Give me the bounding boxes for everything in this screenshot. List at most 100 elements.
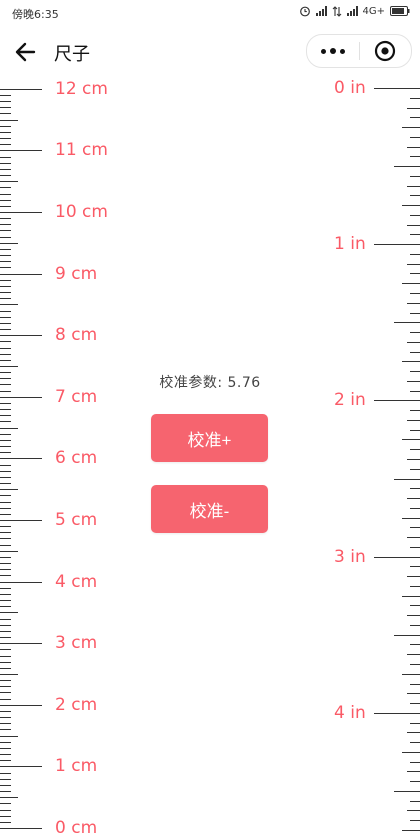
inch-tick [374, 712, 420, 714]
inch-tick [402, 829, 420, 831]
cm-tick [0, 803, 11, 805]
cm-tick [0, 310, 11, 312]
cm-tick [0, 292, 11, 294]
cm-tick [0, 747, 11, 749]
inch-tick [410, 214, 420, 216]
cm-tick [0, 606, 11, 608]
cm-tick [0, 433, 11, 435]
inch-tick [407, 498, 420, 500]
cm-tick [0, 532, 11, 534]
cm-tick [0, 402, 11, 404]
cm-tick [0, 649, 11, 651]
cm-label: 9 cm [55, 263, 98, 284]
inch-tick [407, 302, 420, 304]
cm-tick [0, 138, 11, 140]
inch-tick [410, 175, 420, 177]
cm-tick [0, 446, 11, 448]
cm-tick [0, 378, 11, 380]
inch-tick [402, 673, 420, 675]
cm-tick [0, 593, 11, 595]
cm-label: 12 cm [55, 78, 108, 99]
cm-label: 2 cm [55, 694, 98, 715]
inch-tick [410, 761, 420, 763]
cm-tick [0, 655, 11, 657]
inch-label: 2 in [334, 390, 366, 411]
cm-tick [0, 550, 18, 552]
cm-tick [0, 329, 11, 331]
inch-tick [410, 800, 420, 802]
cm-tick [0, 717, 11, 719]
cm-tick [0, 618, 11, 620]
inch-tick [410, 293, 420, 294]
cm-tick [0, 156, 11, 158]
inch-tick [402, 127, 420, 129]
inch-tick [407, 458, 420, 460]
inch-tick [374, 88, 420, 89]
cm-tick [0, 760, 11, 762]
inch-tick [394, 322, 420, 324]
cm-tick [0, 359, 11, 361]
cm-tick [0, 316, 11, 318]
cm-tick [0, 199, 11, 201]
cm-tick [0, 483, 11, 485]
cm-tick [0, 458, 42, 460]
cm-tick [0, 630, 11, 632]
cm-tick [0, 538, 11, 540]
cm-tick [0, 384, 11, 386]
cm-tick [0, 495, 11, 497]
cm-label: 3 cm [55, 633, 98, 654]
inch-tick [410, 253, 420, 255]
inch-tick [402, 439, 420, 441]
calibrate-plus-button[interactable]: 校准+ [151, 414, 268, 462]
cm-tick [0, 476, 11, 478]
inch-tick [394, 166, 420, 168]
inch-tick [410, 234, 420, 236]
inch-tick [410, 312, 420, 314]
calibrate-minus-button[interactable]: 校准- [151, 485, 268, 533]
cm-tick [0, 212, 42, 213]
inch-tick [410, 585, 420, 587]
cm-tick [0, 828, 42, 829]
cm-tick [0, 372, 11, 374]
cm-tick [0, 273, 42, 275]
cm-tick [0, 680, 11, 682]
inch-tick [407, 419, 420, 421]
inch-tick [394, 634, 420, 636]
cm-tick [0, 101, 11, 103]
inch-tick [407, 263, 420, 265]
cm-tick [0, 421, 11, 423]
cm-tick [0, 236, 11, 238]
inch-tick [410, 97, 420, 99]
cm-label: 0 cm [55, 818, 98, 838]
cm-tick [0, 809, 11, 811]
cm-tick [0, 304, 18, 306]
inch-tick [407, 576, 420, 578]
inch-tick [407, 810, 420, 812]
cm-tick [0, 667, 11, 669]
cm-tick [0, 131, 11, 133]
cm-tick [0, 704, 42, 706]
cm-tick [0, 279, 11, 281]
cm-tick [0, 390, 11, 392]
inch-tick [374, 556, 420, 558]
cm-label: 8 cm [55, 325, 98, 346]
cm-tick [0, 366, 18, 367]
cm-label: 4 cm [55, 571, 98, 592]
cm-tick [0, 94, 11, 96]
inch-tick [410, 156, 420, 158]
inch-tick [410, 644, 420, 646]
cm-tick [0, 507, 11, 509]
inch-tick [410, 195, 420, 197]
cm-tick [0, 125, 11, 127]
cm-tick [0, 686, 11, 688]
cm-tick [0, 242, 18, 244]
inch-tick [410, 546, 420, 548]
inch-tick [407, 341, 420, 343]
cm-tick [0, 581, 42, 583]
inch-tick [410, 449, 420, 451]
inch-tick [407, 185, 420, 187]
cm-tick [0, 735, 18, 737]
cm-tick [0, 255, 11, 257]
cm-tick [0, 815, 11, 817]
inch-tick [407, 537, 420, 539]
